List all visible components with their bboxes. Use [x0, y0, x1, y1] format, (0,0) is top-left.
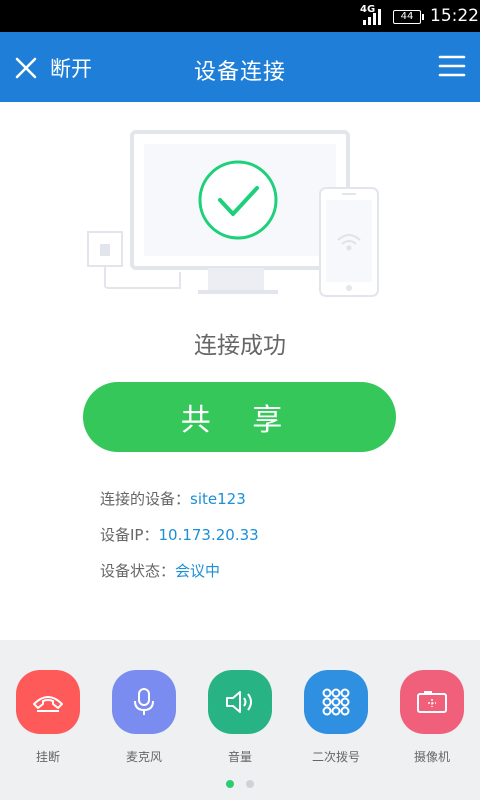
success-check-icon	[198, 160, 278, 240]
microphone-icon	[134, 688, 154, 715]
ip-value: 10.173.20.33	[158, 526, 259, 544]
page-title: 设备连接	[193, 60, 286, 85]
hangup-label: 挂断	[35, 750, 60, 764]
hangup-circle	[16, 670, 80, 734]
microphone-button[interactable]: 麦克风	[112, 670, 176, 765]
app-bar: 断开 设备连接	[0, 32, 480, 102]
connection-illustration	[87, 130, 379, 297]
volume-icon	[226, 691, 252, 713]
hangup-button[interactable]: 挂断	[16, 670, 80, 765]
clock: 15:22	[430, 6, 479, 26]
state-label: 设备状态：	[100, 562, 176, 580]
camera-icon	[417, 691, 447, 713]
volume-label: 音量	[227, 750, 252, 764]
microphone-label: 麦克风	[125, 750, 162, 764]
action-panel: 挂断 麦克风 音量 二次拨号 摄像机	[0, 640, 480, 800]
status-bar: 4G 44 15:22	[0, 0, 480, 32]
volume-circle	[208, 670, 272, 734]
connection-status: 连接成功	[194, 333, 286, 359]
microphone-circle	[112, 670, 176, 734]
volume-button[interactable]: 音量	[208, 670, 272, 765]
camera-button[interactable]: 摄像机	[400, 670, 464, 765]
page-dot-active[interactable]	[226, 780, 234, 788]
device-label: 连接的设备：	[100, 490, 191, 508]
state-value: 会议中	[175, 562, 221, 580]
page-indicator	[0, 780, 480, 790]
ip-row: 设备IP：10.173.20.33	[100, 524, 259, 545]
state-row: 设备状态：会议中	[100, 560, 220, 581]
device-value: site123	[190, 490, 246, 508]
device-row: 连接的设备：site123	[100, 488, 246, 509]
battery-icon: 44	[393, 10, 424, 24]
camera-circle	[400, 670, 464, 734]
redial-button[interactable]: 二次拨号	[304, 670, 368, 765]
share-button[interactable]: 共 享	[83, 382, 396, 452]
signal-icon	[363, 9, 381, 25]
menu-icon[interactable]	[438, 52, 466, 80]
dialpad-icon	[322, 688, 350, 716]
hangup-icon	[33, 696, 63, 712]
dialpad-circle	[304, 670, 368, 734]
ip-label: 设备IP：	[100, 526, 159, 544]
page-dot[interactable]	[246, 780, 254, 788]
redial-label: 二次拨号	[311, 750, 360, 764]
camera-label: 摄像机	[413, 750, 450, 764]
